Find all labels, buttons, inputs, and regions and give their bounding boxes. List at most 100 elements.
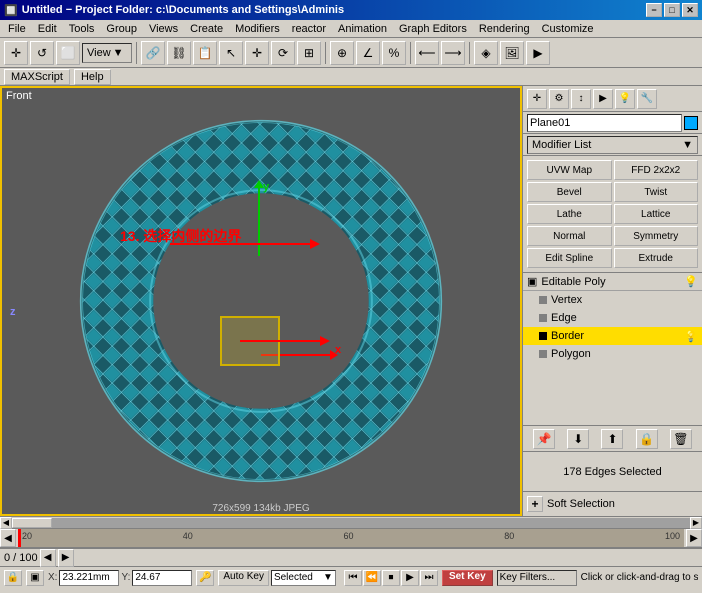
object-name-input[interactable]	[527, 114, 682, 132]
stack-bulb-icon[interactable]: 💡	[684, 275, 698, 288]
frame-next-btn[interactable]: ▶	[58, 549, 74, 567]
stack-item-polygon[interactable]: Polygon	[523, 345, 702, 363]
cursor-btn[interactable]: ↖	[219, 41, 243, 65]
stack-item-edge[interactable]: Edge	[523, 309, 702, 327]
stack-item-vertex[interactable]: Vertex	[523, 291, 702, 309]
rotate-btn[interactable]: ↺	[30, 41, 54, 65]
timeline-prev-btn[interactable]: ◀	[0, 529, 16, 547]
percent-snap-btn[interactable]: %	[382, 41, 406, 65]
stack-delete-btn[interactable]: 🗑	[670, 429, 692, 449]
mod-btn-twist[interactable]: Twist	[614, 182, 699, 202]
material-btn[interactable]: ◈	[474, 41, 498, 65]
rp-icon-utilities[interactable]: 🔧	[637, 89, 657, 109]
play-back-btn[interactable]: ⏪	[363, 570, 381, 586]
status-icon-2[interactable]: ▣	[26, 570, 44, 586]
menu-graph-editors[interactable]: Graph Editors	[393, 22, 473, 36]
link-btn[interactable]: 🔗	[141, 41, 165, 65]
mod-btn-uvwmap[interactable]: UVW Map	[527, 160, 612, 180]
object-color-swatch[interactable]	[684, 116, 698, 130]
rp-icon-create[interactable]: ✛	[527, 89, 547, 109]
mod-btn-extrude[interactable]: Extrude	[614, 248, 699, 268]
renderview-btn[interactable]: ▶	[526, 41, 550, 65]
stack-pin-btn[interactable]: 📌	[533, 429, 555, 449]
redo-btn[interactable]: ⟶	[441, 41, 465, 65]
minimize-button[interactable]: −	[646, 3, 662, 17]
play-next-btn[interactable]: ⏭	[420, 570, 438, 586]
menu-rendering[interactable]: Rendering	[473, 22, 536, 36]
scale-btn[interactable]: ⊞	[297, 41, 321, 65]
scroll-right-btn[interactable]: ▶	[690, 517, 702, 529]
rotate2-btn[interactable]: ⟳	[271, 41, 295, 65]
undo-btn[interactable]: ⟵	[415, 41, 439, 65]
view-dropdown[interactable]: View ▼	[82, 43, 132, 63]
menu-views[interactable]: Views	[143, 22, 184, 36]
render-btn[interactable]: 🖼	[500, 41, 524, 65]
mod-btn-normal[interactable]: Normal	[527, 226, 612, 246]
rp-icon-modify[interactable]: ⚙	[549, 89, 569, 109]
menu-reactor[interactable]: reactor	[286, 22, 332, 36]
stack-expand-icon[interactable]: ▣	[527, 275, 537, 288]
maxscript-btn[interactable]: MAXScript	[4, 69, 70, 85]
coord-display: X: Y:	[48, 570, 192, 586]
autokey-btn[interactable]: Auto Key	[218, 570, 269, 586]
horizontal-scrollbar[interactable]: ◀ ▶	[0, 516, 702, 528]
snap-btn[interactable]: ⊕	[330, 41, 354, 65]
mod-btn-symmetry[interactable]: Symmetry	[614, 226, 699, 246]
play-stop-btn[interactable]: ⏹	[382, 570, 400, 586]
menu-edit[interactable]: Edit	[32, 22, 63, 36]
app-icon: 🔲	[4, 4, 18, 17]
bind-btn[interactable]: ⛓	[167, 41, 191, 65]
selected-dropdown[interactable]: Selected ▼	[271, 570, 336, 586]
scroll-left-btn[interactable]: ◀	[0, 517, 12, 529]
stack-item-border[interactable]: Border 💡	[523, 327, 702, 345]
modifier-list-dropdown[interactable]: Modifier List ▼	[527, 136, 698, 154]
rp-icon-display[interactable]: 💡	[615, 89, 635, 109]
menu-file[interactable]: File	[2, 22, 32, 36]
scroll-track[interactable]	[12, 518, 690, 528]
soft-selection-expand-btn[interactable]: +	[527, 496, 543, 512]
x-coord-label: X:	[48, 572, 57, 583]
bottom-bar: 0 / 100 ◀ ▶	[0, 548, 702, 566]
timeline-track[interactable]: 20 40 60 80 100	[18, 529, 684, 547]
menu-modifiers[interactable]: Modifiers	[229, 22, 286, 36]
stack-moveup-btn[interactable]: ⬆	[601, 429, 623, 449]
help-btn[interactable]: Help	[74, 69, 111, 85]
close-button[interactable]: ✕	[682, 3, 698, 17]
rp-icon-motion[interactable]: ▶	[593, 89, 613, 109]
menu-tools[interactable]: Tools	[63, 22, 101, 36]
frame-prev-btn[interactable]: ◀	[40, 549, 56, 567]
angle-snap-btn[interactable]: ∠	[356, 41, 380, 65]
menu-animation[interactable]: Animation	[332, 22, 393, 36]
maximize-button[interactable]: □	[664, 3, 680, 17]
scroll-thumb[interactable]	[12, 518, 52, 528]
setkey-btn[interactable]: Set Key	[442, 570, 493, 586]
menu-group[interactable]: Group	[100, 22, 143, 36]
mod-btn-lathe[interactable]: Lathe	[527, 204, 612, 224]
select-tool-btn[interactable]: ✛	[4, 41, 28, 65]
play-prev-btn[interactable]: ⏮	[344, 570, 362, 586]
keyfilter-dropdown[interactable]: Key Filters...	[497, 570, 577, 586]
rp-icon-hierarchy[interactable]: ↕	[571, 89, 591, 109]
timeline-next-btn[interactable]: ▶	[686, 529, 702, 547]
view-arrow: ▼	[113, 47, 124, 59]
viewport[interactable]: Front	[0, 86, 522, 516]
stack-movedown-btn[interactable]: ⬇	[567, 429, 589, 449]
stack-item-vertex-label: Vertex	[551, 294, 582, 306]
move-btn[interactable]: ✛	[245, 41, 269, 65]
mod-btn-editspline[interactable]: Edit Spline	[527, 248, 612, 268]
mod-btn-lattice[interactable]: Lattice	[614, 204, 699, 224]
key-icon-btn[interactable]: 🔑	[196, 570, 214, 586]
y-coord-input[interactable]	[132, 570, 192, 586]
mod-btn-bevel[interactable]: Bevel	[527, 182, 612, 202]
menu-create[interactable]: Create	[184, 22, 229, 36]
menu-customize[interactable]: Customize	[536, 22, 600, 36]
x-coord-input[interactable]	[59, 570, 119, 586]
hierarchy-btn[interactable]: 📋	[193, 41, 217, 65]
rect-select-btn[interactable]: ⬜	[56, 41, 80, 65]
x-axis-label: x	[335, 344, 341, 356]
play-fwd-btn[interactable]: ▶	[401, 570, 419, 586]
stack-lock-btn[interactable]: 🔒	[636, 429, 658, 449]
mod-btn-ffd[interactable]: FFD 2x2x2	[614, 160, 699, 180]
border-bulb[interactable]: 💡	[684, 330, 698, 343]
lock-icon-btn[interactable]: 🔒	[4, 570, 22, 586]
